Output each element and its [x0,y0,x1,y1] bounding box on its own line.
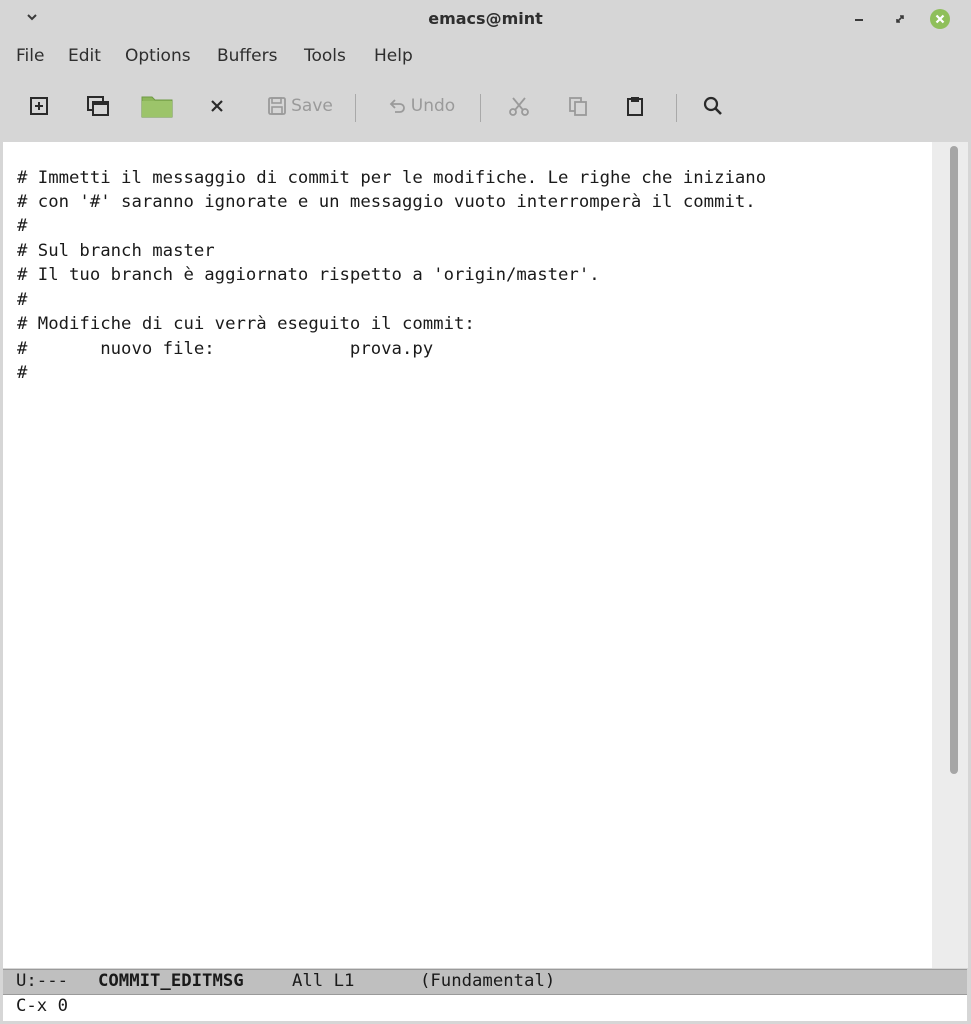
paste-icon [627,97,643,116]
close-x-icon [935,14,945,24]
copy-button[interactable] [565,88,591,124]
buffer-line: # Il tuo branch è aggiornato rispetto a … [17,265,600,285]
cut-icon [509,97,529,116]
buffer-line: # Immetti il messaggio di commit per le … [17,168,767,188]
maximize-icon [896,15,904,23]
save-icon [268,97,287,115]
modeline-major-mode[interactable]: (Fundamental) [420,971,555,991]
menu-tools[interactable]: Tools [304,46,346,66]
paste-button[interactable] [622,88,648,124]
menu-bar: File Edit Options Buffers Tools Help [0,40,971,74]
buffer-line: # nuovo file: prova.py [17,339,434,359]
menu-help[interactable]: Help [374,46,413,66]
minimize-button[interactable] [851,10,869,28]
buffer-line: # con '#' saranno ignorate e un messaggi… [17,192,756,212]
title-bar: emacs@mint [0,0,971,40]
scrollbar-thumb[interactable] [950,146,958,774]
kill-buffer-button[interactable] [206,88,228,124]
close-window-button[interactable] [930,9,950,29]
copy-icon [569,97,587,116]
modeline-buffer-name[interactable]: COMMIT_EDITMSG [98,971,244,991]
menu-edit[interactable]: Edit [68,46,101,66]
open-folder-button[interactable] [139,88,175,124]
menu-file[interactable]: File [16,46,44,66]
minibuffer-text: C-x 0 [16,996,69,1016]
buffer-line: # Modifiche di cui verrà eseguito il com… [17,314,475,334]
undo-label: Undo [410,96,456,116]
toolbar-separator [355,94,356,122]
undo-button[interactable]: Undo [383,88,459,124]
menu-options[interactable]: Options [125,46,191,66]
save-button[interactable]: Save [264,88,336,124]
buffer-line: # Sul branch master [17,241,215,261]
cut-button[interactable] [506,88,532,124]
undo-icon [389,99,405,113]
new-frame-button[interactable] [84,88,112,124]
search-button[interactable] [700,88,726,124]
maximize-button[interactable] [891,10,909,28]
minibuffer[interactable]: C-x 0 [3,995,967,1021]
buffer-line: # [17,363,28,383]
close-icon [211,100,223,112]
search-icon [703,96,722,115]
editor-buffer[interactable]: # Immetti il messaggio di commit per le … [3,142,932,968]
new-file-button[interactable] [26,88,52,124]
new-frame-icon [87,96,109,116]
open-folder-icon [141,96,173,118]
toolbar-separator [480,94,481,122]
save-label: Save [291,96,333,116]
toolbar-separator [676,94,677,122]
toolbar: Save Undo [0,74,971,140]
buffer-line: # [17,216,28,236]
buffer-line: # [17,290,28,310]
window-title: emacs@mint [428,9,543,28]
modeline-position: All L1 [292,971,355,991]
menu-buffers[interactable]: Buffers [217,46,277,66]
new-file-icon [30,97,48,115]
mode-line: U:--- COMMIT_EDITMSG All L1 (Fundamental… [3,969,967,995]
modeline-status: U:--- [16,971,69,991]
